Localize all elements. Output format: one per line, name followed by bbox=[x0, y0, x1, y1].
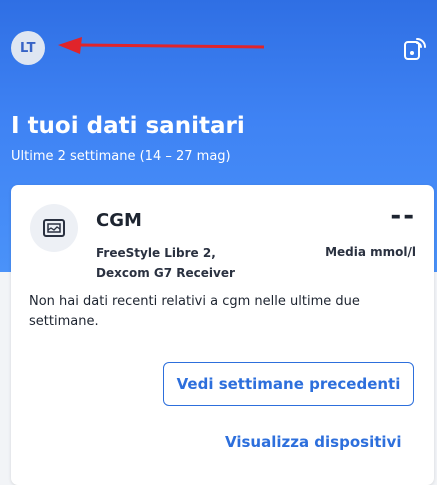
user-avatar[interactable]: LT bbox=[11, 31, 45, 65]
cgm-device-line-2: Dexcom G7 Receiver bbox=[96, 266, 235, 280]
date-range-subtitle: Ultime 2 settimane (14 – 27 mag) bbox=[11, 149, 231, 164]
cgm-device-line-1: FreeStyle Libre 2, bbox=[96, 246, 216, 260]
connected-device-button[interactable] bbox=[399, 33, 431, 65]
cgm-average-unit: Media mmol/l bbox=[325, 245, 416, 259]
cgm-average-value: -- bbox=[390, 201, 416, 231]
no-data-message: Non hai dati recenti relativi a cgm nell… bbox=[29, 294, 360, 329]
cgm-device-list: FreeStyle Libre 2, Dexcom G7 Receiver bbox=[96, 243, 235, 283]
cgm-card[interactable]: CGM FreeStyle Libre 2, Dexcom G7 Receive… bbox=[11, 185, 434, 485]
cgm-monitor-icon bbox=[43, 219, 65, 237]
previous-weeks-button[interactable]: Vedi settimane precedenti bbox=[163, 362, 414, 406]
cgm-icon-container bbox=[30, 204, 78, 252]
avatar-initials: LT bbox=[20, 40, 36, 56]
page-title: I tuoi dati sanitari bbox=[11, 113, 245, 139]
view-devices-link[interactable]: Visualizza dispositivi bbox=[225, 433, 401, 451]
connected-device-icon bbox=[404, 38, 426, 60]
red-arrow-annotation bbox=[58, 37, 265, 54]
cgm-title: CGM bbox=[96, 210, 142, 231]
